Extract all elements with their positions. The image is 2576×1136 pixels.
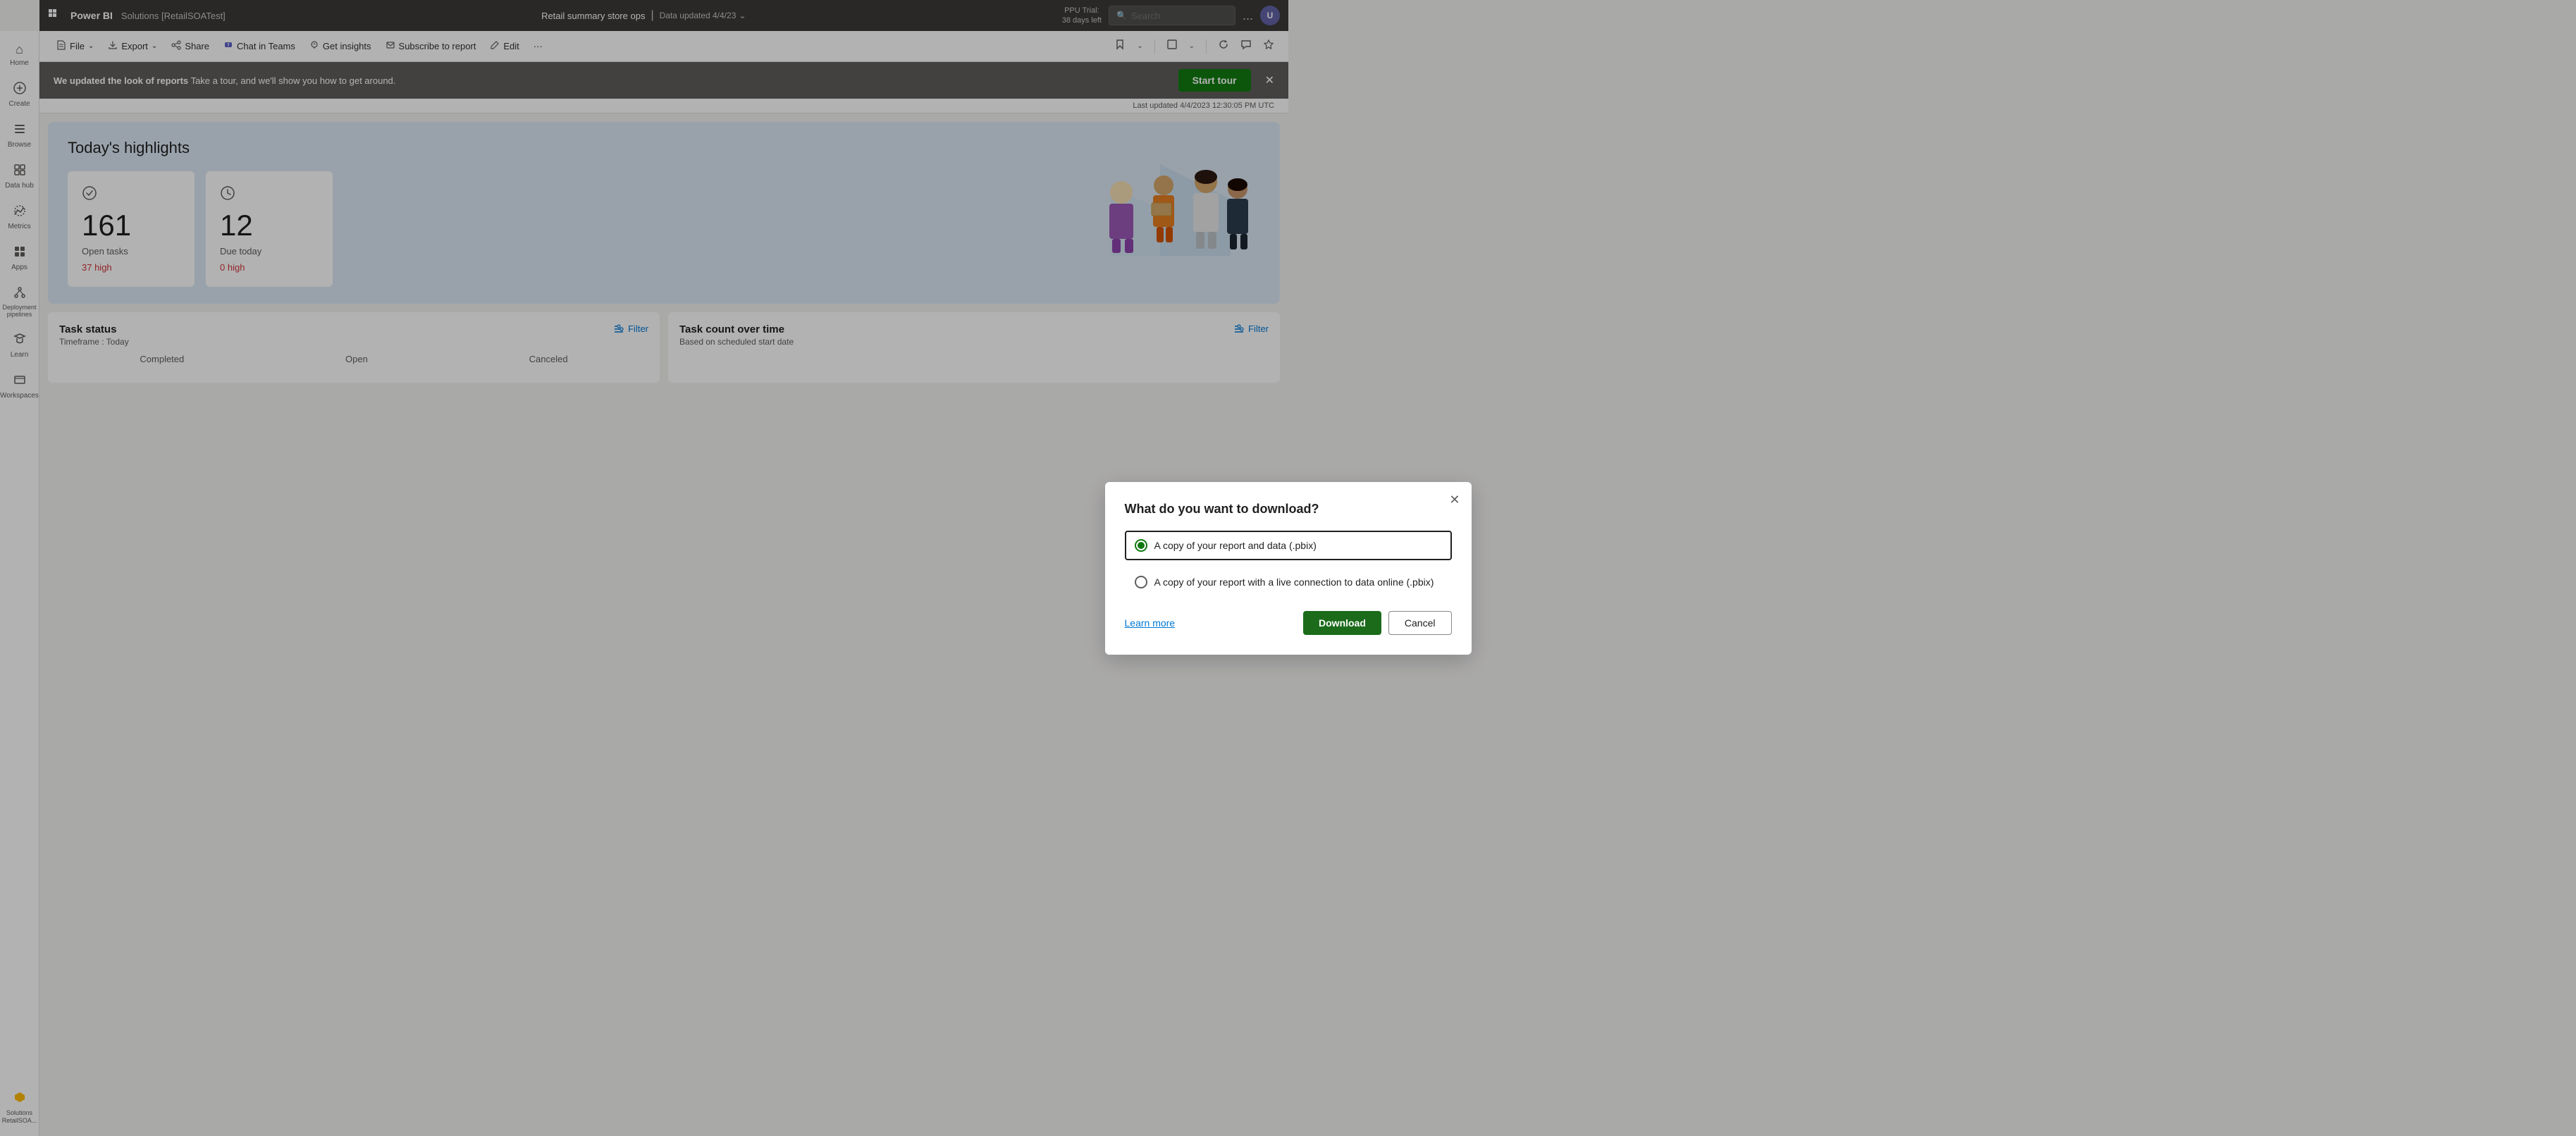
modal-close-button[interactable]: ✕ xyxy=(1449,493,1460,506)
modal-actions: Download Cancel xyxy=(1303,611,1451,635)
download-modal: What do you want to download? ✕ A copy o… xyxy=(1105,482,1472,655)
option-pbix-data-label: A copy of your report and data (.pbix) xyxy=(1154,540,1317,551)
modal-overlay[interactable]: What do you want to download? ✕ A copy o… xyxy=(0,0,2576,1136)
learn-more-link[interactable]: Learn more xyxy=(1125,617,1176,629)
option-pbix-live[interactable]: A copy of your report with a live connec… xyxy=(1125,567,1452,597)
modal-footer: Learn more Download Cancel xyxy=(1125,611,1452,635)
option-pbix-live-label: A copy of your report with a live connec… xyxy=(1154,576,1434,588)
cancel-button[interactable]: Cancel xyxy=(1388,611,1452,635)
radio-unchecked xyxy=(1135,576,1147,588)
download-button[interactable]: Download xyxy=(1303,611,1381,635)
radio-checked xyxy=(1135,539,1147,552)
modal-title: What do you want to download? xyxy=(1125,502,1452,517)
option-pbix-data[interactable]: A copy of your report and data (.pbix) xyxy=(1125,531,1452,560)
